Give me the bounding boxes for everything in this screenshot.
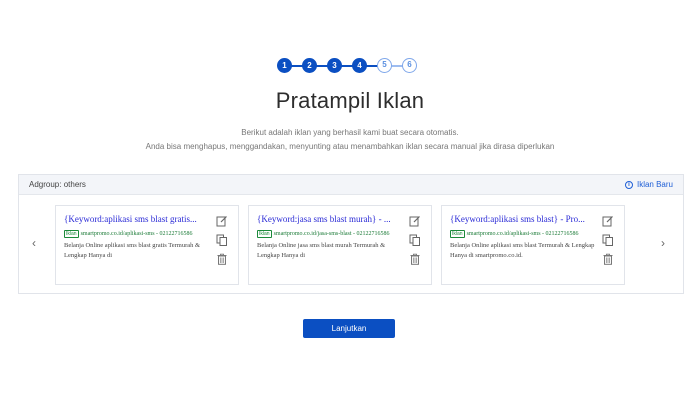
ad-badge: Iklan (257, 230, 272, 238)
subtitle-line-2: Anda bisa menghapus, menggandakan, menyu… (145, 142, 555, 151)
edit-icon[interactable] (409, 214, 421, 227)
ad-card-1: {Keyword:aplikasi sms blast gratis... Ik… (55, 205, 239, 285)
ad-card-3: {Keyword:aplikasi sms blast} - Pro... Ik… (441, 205, 625, 285)
ad-url-row: Iklan smartpromo.co.id/aplikasi-sms - 02… (64, 230, 210, 238)
continue-button[interactable]: Lanjutkan (303, 319, 395, 338)
edit-icon[interactable] (216, 214, 228, 227)
new-ad-label: Iklan Baru (636, 180, 673, 189)
panel-header: Adgroup: others i Iklan Baru (19, 175, 683, 195)
step-4: 4 (352, 58, 367, 73)
delete-icon[interactable] (602, 252, 614, 265)
ad-description: Belanja Online aplikasi sms blast Termur… (450, 242, 595, 259)
progress-stepper: 1 2 3 4 5 6 (277, 58, 419, 74)
duplicate-icon[interactable] (602, 233, 614, 246)
edit-icon[interactable] (602, 214, 614, 227)
duplicate-icon[interactable] (409, 233, 421, 246)
page-title: Pratampil Iklan (275, 88, 425, 113)
new-ad-link[interactable]: i Iklan Baru (624, 180, 673, 189)
ad-description: Belanja Online aplikasi sms blast gratis… (64, 242, 201, 259)
ad-actions (602, 214, 614, 271)
delete-icon[interactable] (409, 252, 421, 265)
delete-icon[interactable] (216, 252, 228, 265)
ad-actions (409, 214, 421, 271)
ad-url: smartpromo.co.id/aplikasi-sms - 02122716… (466, 231, 579, 237)
ad-title: {Keyword:aplikasi sms blast gratis... (64, 214, 197, 224)
prev-arrow[interactable]: ‹ (29, 237, 39, 249)
ad-badge: Iklan (450, 230, 465, 238)
step-3: 3 (327, 58, 342, 73)
ad-card-2: {Keyword:jasa sms blast murah} - ... Ikl… (248, 205, 432, 285)
subtitle-line-1: Berikut adalah iklan yang berhasil kami … (241, 128, 459, 137)
ad-title: {Keyword:jasa sms blast murah} - ... (257, 214, 391, 224)
ad-actions (216, 214, 228, 271)
step-1: 1 (277, 58, 292, 73)
info-icon: i (624, 180, 633, 189)
ad-preview-panel: Adgroup: others i Iklan Baru ‹ › {Keywor… (18, 174, 684, 294)
adgroup-label: Adgroup: others (29, 180, 86, 189)
ad-badge: Iklan (64, 230, 79, 238)
ad-url-row: Iklan smartpromo.co.id/aplikasi-sms - 02… (450, 230, 596, 238)
ad-description: Belanja Online jasa sms blast murah Term… (257, 242, 386, 259)
step-2: 2 (302, 58, 317, 73)
ad-title: {Keyword:aplikasi sms blast} - Pro... (450, 214, 585, 224)
next-arrow[interactable]: › (658, 237, 668, 249)
step-6: 6 (402, 58, 417, 73)
page-subtitle: Berikut adalah iklan yang berhasil kami … (0, 126, 700, 154)
step-5: 5 (377, 58, 392, 73)
duplicate-icon[interactable] (216, 233, 228, 246)
ad-url: smartpromo.co.id/aplikasi-sms - 02122716… (80, 231, 193, 237)
ad-url-row: Iklan smartpromo.co.id/jasa-sms-blast - … (257, 230, 403, 238)
ad-url: smartpromo.co.id/jasa-sms-blast - 021227… (273, 231, 390, 237)
